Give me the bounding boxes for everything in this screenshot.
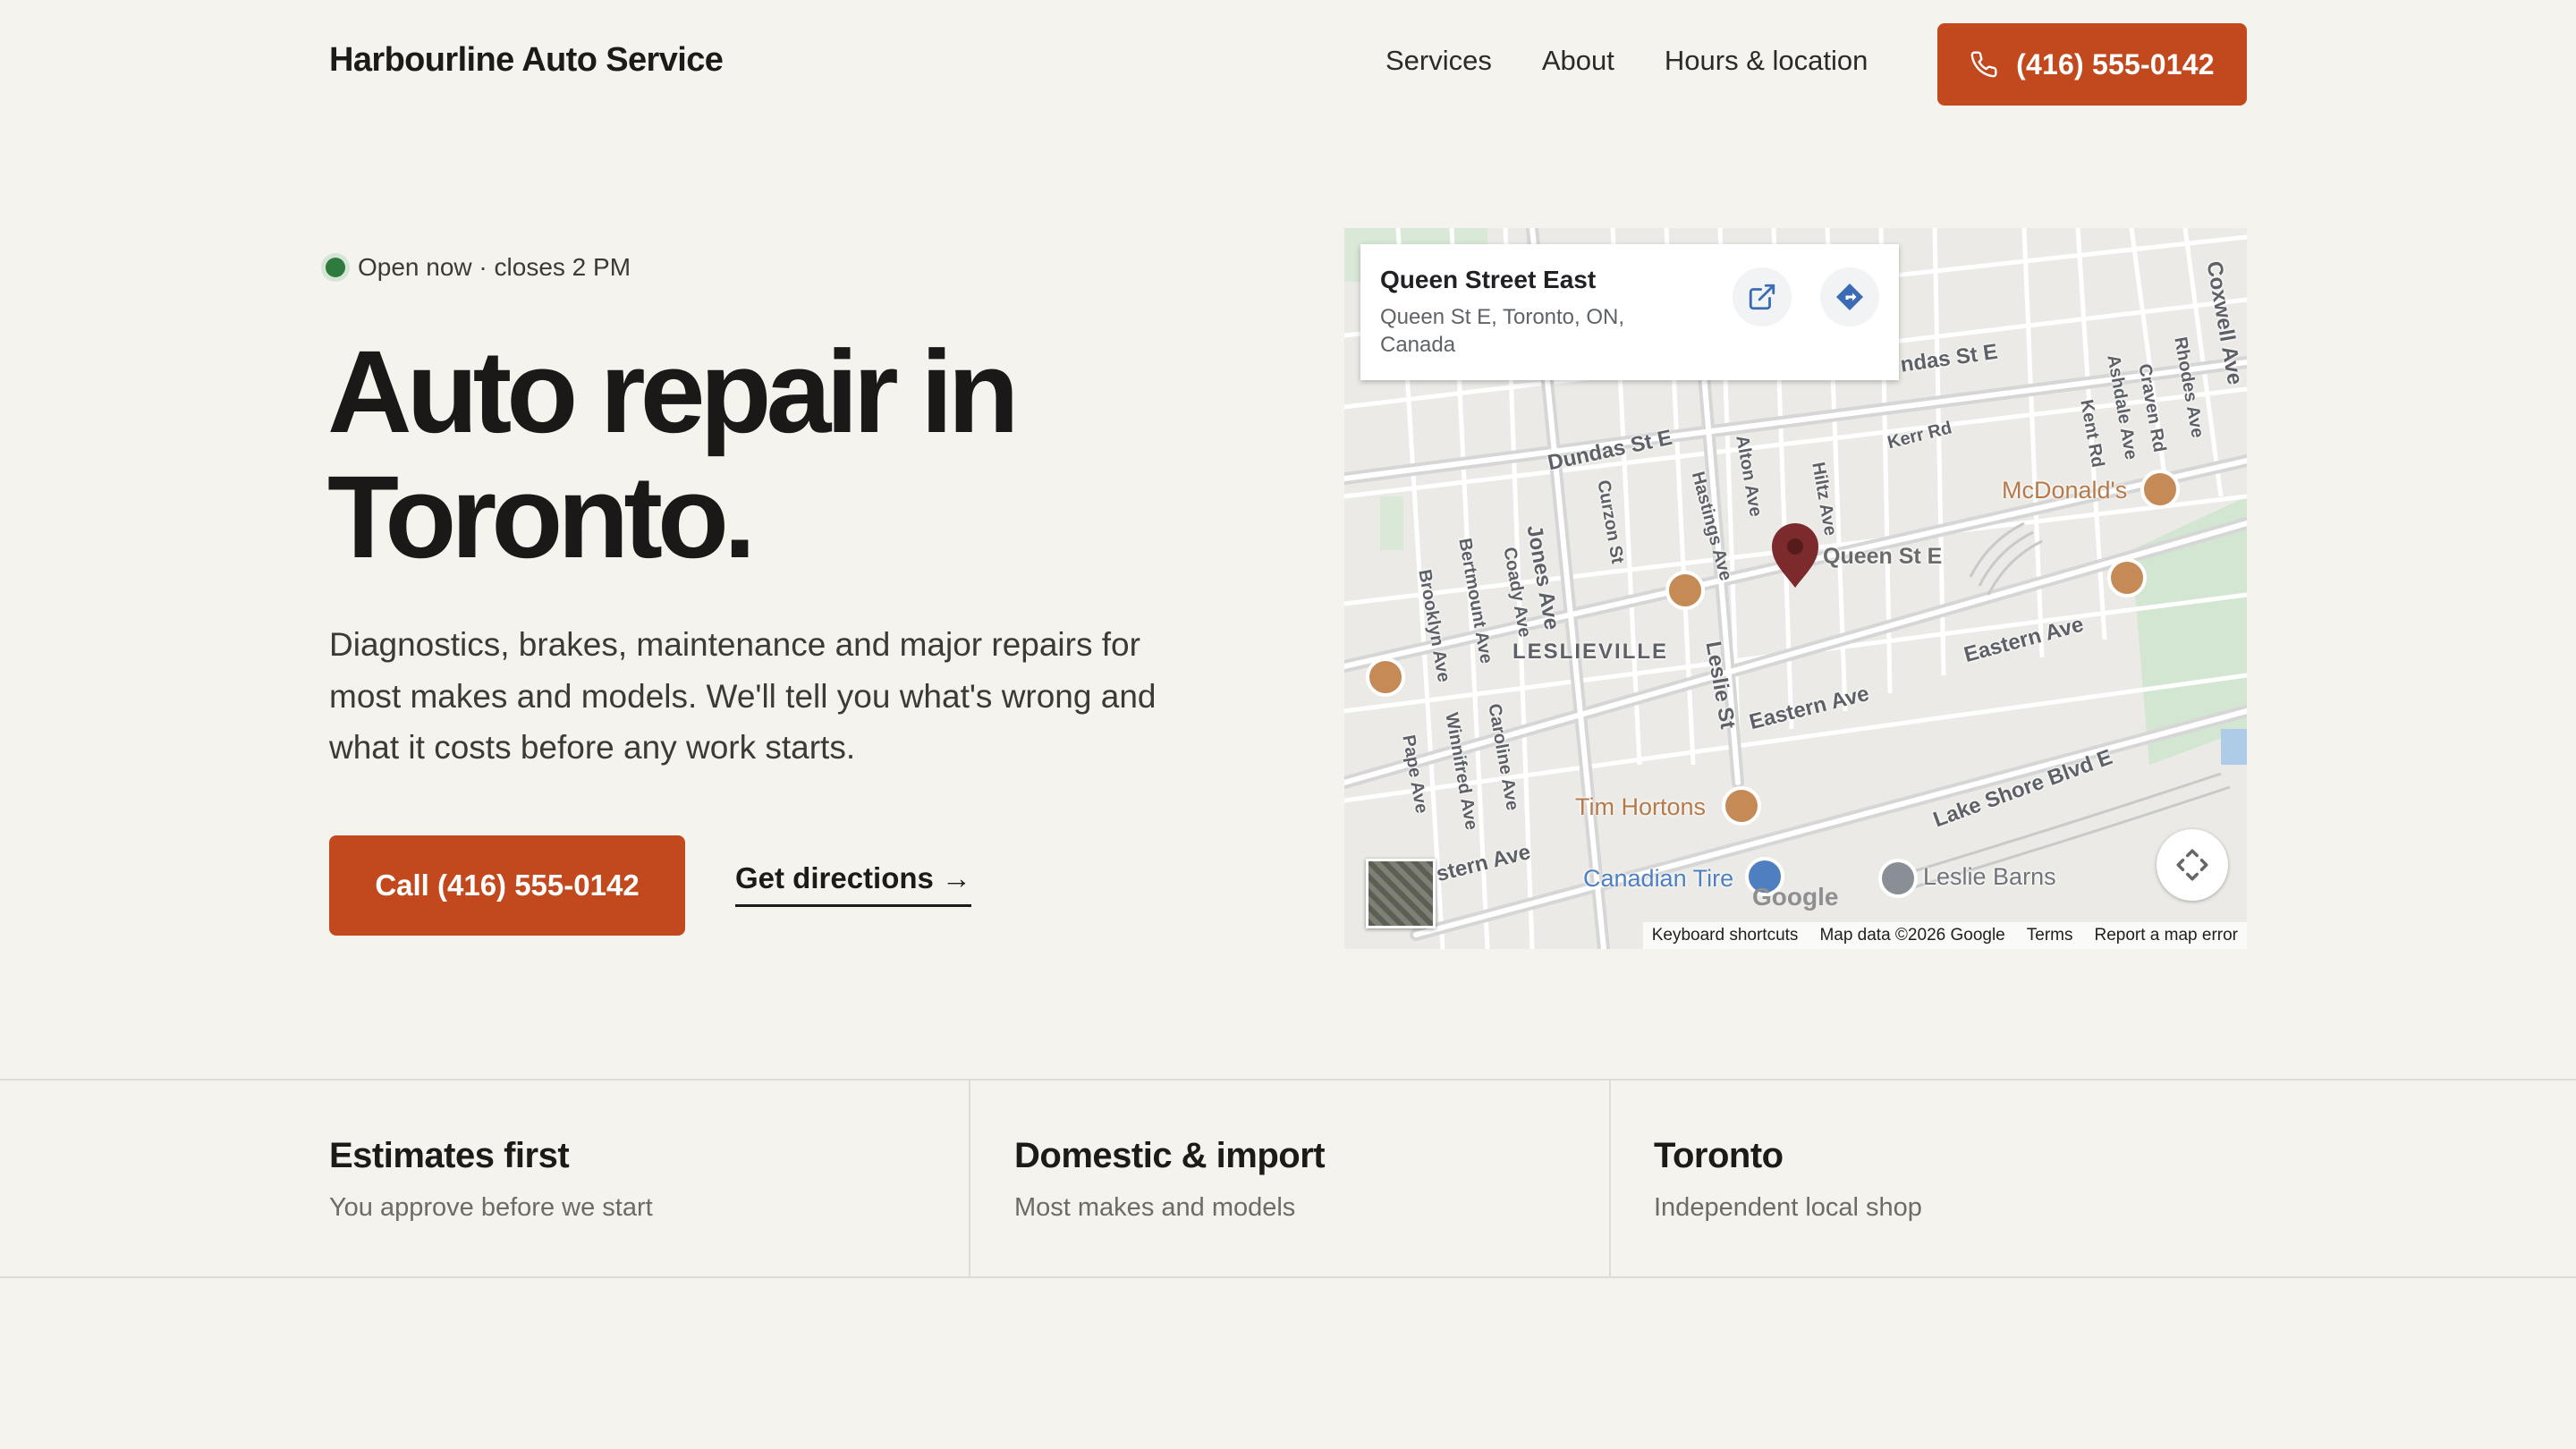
neighbourhood-label: LESLIEVILLE <box>1513 640 1669 664</box>
feature-toronto: Toronto Independent local shop <box>1609 1080 2576 1276</box>
feature-estimates: Estimates first You approve before we st… <box>0 1080 969 1276</box>
feature-subtitle: Independent local shop <box>1654 1193 1922 1222</box>
phone-icon <box>1970 51 1997 78</box>
status-dot-icon <box>326 258 345 277</box>
map-attribution-bar: Keyboard shortcuts Map data ©2026 Google… <box>1642 922 2247 949</box>
google-map-embed[interactable]: Dundas St E ndas St E Queen St E Eastern… <box>1344 228 2247 949</box>
map-data-credit: Map data ©2026 Google <box>1819 926 2005 945</box>
map-place-title[interactable]: Queen Street East <box>1380 266 1596 294</box>
call-button[interactable]: Call (416) 555-0142 <box>329 835 685 936</box>
street-label-queen: Queen St E <box>1823 544 1943 569</box>
poi-label-tim-hortons[interactable]: Tim Hortons <box>1575 793 1706 821</box>
open-in-new-icon[interactable] <box>1733 267 1792 326</box>
map-place-address: Queen St E, Toronto, ON, Canada <box>1380 305 1625 357</box>
brand-logo[interactable]: Harbourline Auto Service <box>329 41 724 80</box>
header-phone-button[interactable]: (416) 555-0142 <box>1937 23 2247 106</box>
features-strip: Estimates first You approve before we st… <box>0 1079 2576 1278</box>
poi-label-canadian-tire[interactable]: Canadian Tire <box>1583 865 1733 893</box>
feature-title: Domestic & import <box>1014 1136 1326 1175</box>
terms-link[interactable]: Terms <box>2027 926 2073 945</box>
fullscreen-icon[interactable] <box>2157 829 2228 901</box>
main-nav: Services About Hours & location <box>1385 45 1868 77</box>
feature-title: Toronto <box>1654 1136 1784 1175</box>
nav-link-about[interactable]: About <box>1542 45 1614 77</box>
map-place-card: Queen Street East Queen St E, Toronto, O… <box>1360 244 1899 380</box>
keyboard-shortcuts-link[interactable]: Keyboard shortcuts <box>1652 926 1799 945</box>
open-status-text: Open now · closes 2 PM <box>358 253 631 281</box>
feature-domestic-import: Domestic & import Most makes and models <box>969 1080 1609 1276</box>
feature-subtitle: Most makes and models <box>1014 1193 1296 1222</box>
poi-label-leslie-barns[interactable]: Leslie Barns <box>1923 863 2056 891</box>
directions-icon[interactable] <box>1820 267 1879 326</box>
hero-title-line2: Toronto. <box>327 451 756 582</box>
poi-label-mcdonalds[interactable]: McDonald's <box>2002 477 2127 504</box>
nav-link-hours-location[interactable]: Hours & location <box>1665 45 1868 77</box>
header-phone-label: (416) 555-0142 <box>2016 47 2215 80</box>
feature-subtitle: You approve before we start <box>329 1193 653 1222</box>
get-directions-link[interactable]: Get directions → <box>735 861 972 907</box>
open-status: Open now · closes 2 PM <box>326 253 631 282</box>
google-logo: Google <box>1752 883 1839 911</box>
nav-link-services[interactable]: Services <box>1385 45 1492 77</box>
feature-title: Estimates first <box>329 1136 570 1175</box>
satellite-toggle[interactable] <box>1366 859 1436 928</box>
site-header: Harbourline Auto Service Services About … <box>0 0 2576 127</box>
hero-title-line1: Auto repair in <box>327 326 1020 457</box>
hero-title: Auto repair in Toronto. <box>327 329 1311 580</box>
hero-description: Diagnostics, brakes, maintenance and maj… <box>329 626 1157 766</box>
report-map-error-link[interactable]: Report a map error <box>2094 926 2238 945</box>
